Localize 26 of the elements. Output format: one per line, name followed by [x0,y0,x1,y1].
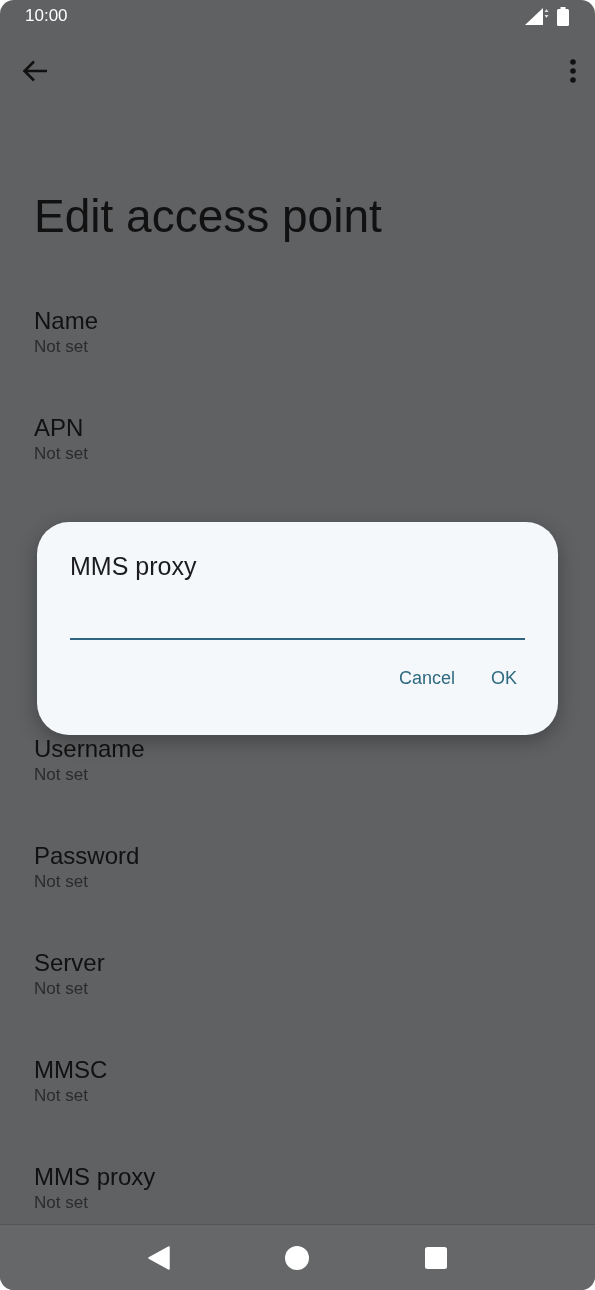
back-arrow-icon[interactable] [22,60,48,82]
setting-value: Not set [34,978,88,1000]
setting-title[interactable]: APN [34,413,84,443]
battery-icon [557,6,569,26]
setting-title[interactable]: MMSC [34,1055,108,1085]
setting-value: Not set [34,443,88,465]
dialog-button[interactable]: Cancel [390,660,463,697]
setting-value: Not set [34,1085,88,1107]
setting-title[interactable]: Username [34,734,145,764]
back-icon[interactable] [147,1245,170,1270]
setting-title[interactable]: Name [34,306,99,336]
setting-title[interactable]: Password [34,841,140,871]
setting-value: Not set [34,871,88,893]
setting-value: Not set [34,336,88,358]
dialog-button[interactable]: OK [483,660,525,697]
page-title: Edit access point [34,189,383,244]
setting-title[interactable]: Server [34,948,105,978]
setting-title[interactable]: MMS proxy [34,1162,156,1192]
setting-value: Not set [34,1192,88,1214]
recents-icon[interactable] [425,1246,448,1269]
signal-icon [525,7,549,25]
setting-value: Not set [34,764,88,786]
home-icon[interactable] [285,1245,310,1270]
status-time: 10:00 [25,6,68,26]
dialog-title: MMS proxy [70,551,197,582]
more-options-icon[interactable] [569,59,577,83]
